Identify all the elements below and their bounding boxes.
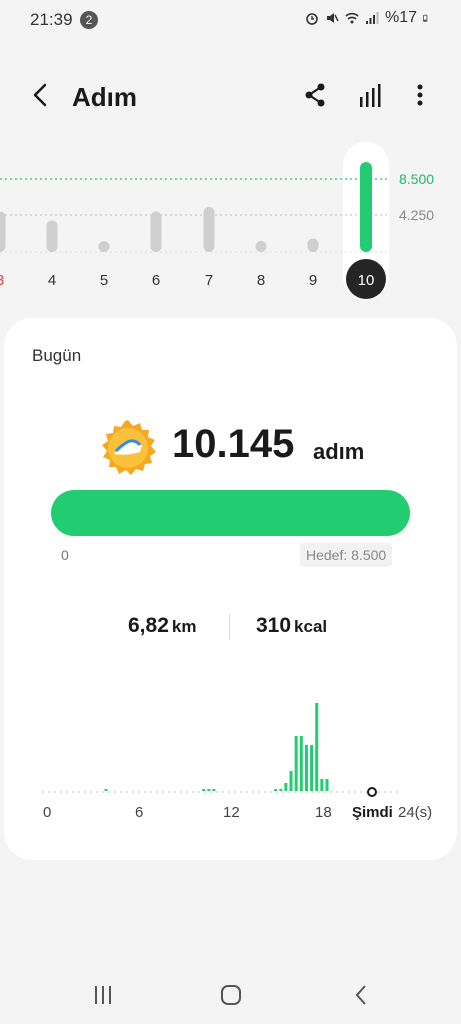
wifi-icon — [345, 12, 359, 24]
hour-tick-label: 12 — [223, 804, 240, 821]
half-goal-axis-label: 4.250 — [399, 207, 435, 223]
alarm-icon — [306, 13, 318, 25]
hourly-bar — [294, 736, 298, 791]
battery-icon — [423, 14, 428, 22]
hourly-bar — [284, 783, 288, 791]
hourly-bar — [304, 745, 308, 791]
goal-axis-label: 8.500 — [399, 171, 435, 187]
day-bar[interactable] — [98, 241, 110, 252]
calories-value: 310 — [256, 614, 292, 637]
recent-apps-icon[interactable] — [88, 980, 118, 1010]
distance-unit: km — [171, 617, 197, 636]
hourly-bar — [212, 789, 216, 791]
status-time: 21:39 — [30, 10, 73, 29]
status-bar: 21:39 2 %17 — [0, 0, 461, 40]
now-marker — [367, 787, 377, 797]
hourly-bar — [274, 789, 278, 791]
day-bar[interactable] — [150, 211, 162, 253]
day-bar[interactable] — [0, 211, 6, 253]
hour-tick-label: 6 — [135, 804, 144, 821]
hourly-bar — [289, 771, 293, 791]
hourly-bar — [207, 789, 211, 791]
hourly-bar — [325, 779, 329, 791]
hourly-bar — [320, 779, 324, 791]
share-icon[interactable] — [300, 80, 330, 110]
metric-divider — [229, 614, 230, 640]
back-arrow-icon[interactable] — [26, 80, 56, 110]
day-label[interactable]: 8 — [246, 272, 276, 289]
calories-unit: kcal — [294, 617, 328, 636]
day-bar[interactable] — [46, 220, 58, 253]
mute-icon — [326, 13, 339, 23]
day-label[interactable]: 5 — [89, 272, 119, 289]
back-nav-icon[interactable] — [346, 980, 376, 1010]
day-bar[interactable] — [255, 241, 267, 252]
hourly-bar — [315, 703, 319, 791]
notification-count-badge: 2 — [80, 11, 98, 29]
calories-metric: 310 kcal — [256, 614, 327, 638]
app-header: Adım — [0, 70, 461, 122]
status-icons: %17 — [305, 9, 431, 27]
hourly-steps-chart — [42, 703, 399, 797]
hourly-bar — [279, 789, 283, 791]
home-icon[interactable] — [216, 980, 246, 1010]
hour-tick-label: 0 — [43, 804, 52, 821]
day-bar-selected[interactable] — [360, 162, 372, 252]
progress-start-label: 0 — [61, 547, 69, 563]
more-options-icon[interactable] — [405, 80, 435, 110]
distance-value: 6,82 — [128, 614, 169, 637]
day-label-selected[interactable]: 10 — [351, 272, 381, 289]
steps-unit: adım — [313, 439, 365, 464]
page-title: Adım — [72, 82, 137, 112]
day-label[interactable]: 7 — [194, 272, 224, 289]
day-bar[interactable] — [307, 238, 319, 253]
day-bar[interactable] — [203, 207, 215, 252]
hourly-bar — [202, 789, 206, 791]
steps-count: 10.145 — [172, 422, 295, 466]
battery-level: %17 — [384, 9, 417, 26]
daily-steps-strip: 8.500 4.250 3 4 5 6 7 8 9 10 — [0, 140, 461, 310]
day-label[interactable]: 4 — [37, 272, 67, 289]
hourly-bar — [104, 789, 108, 791]
bar-chart-icon[interactable] — [355, 80, 385, 110]
system-navigation-bar — [0, 970, 461, 1020]
today-label: Bugün — [32, 346, 82, 365]
hour-tick-label: 24(s) — [398, 804, 433, 821]
goal-medal-icon — [102, 420, 156, 475]
today-card: Bugün 10.145 adım 0 Hedef: 8.500 6,82 km … — [4, 318, 457, 860]
daily-steps-chart — [0, 142, 390, 300]
hourly-bar — [310, 745, 314, 791]
goal-chip: Hedef: 8.500 — [300, 543, 393, 567]
hour-tick-label: 18 — [315, 804, 332, 821]
day-label[interactable]: 3 — [0, 272, 15, 289]
hourly-bar — [299, 736, 303, 791]
day-label[interactable]: 9 — [298, 272, 328, 289]
distance-metric: 6,82 km — [128, 614, 196, 638]
goal-progress-bar — [51, 490, 410, 536]
day-label[interactable]: 6 — [141, 272, 171, 289]
signal-icon — [365, 12, 379, 24]
now-label: Şimdi — [352, 804, 393, 821]
